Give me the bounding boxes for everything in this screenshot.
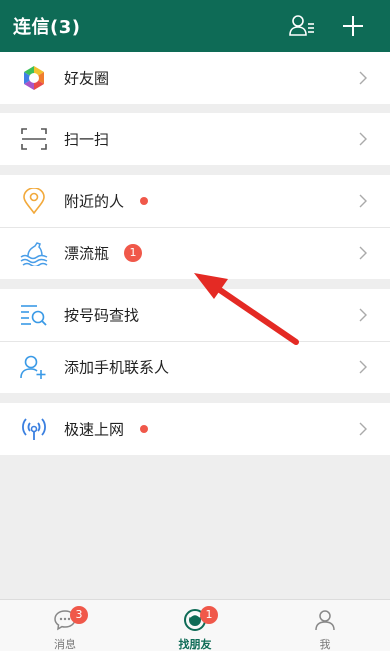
menu-item-label: 极速上网: [64, 420, 125, 439]
unread-badge: 1: [124, 244, 142, 262]
chevron-right-icon: [359, 422, 367, 436]
add-person-icon: [20, 353, 48, 381]
location-pin-icon: [20, 187, 48, 215]
chevron-right-icon: [359, 194, 367, 208]
person-icon: [315, 610, 335, 631]
menu-item-fast-internet[interactable]: 极速上网: [0, 403, 390, 455]
chevron-right-icon: [359, 132, 367, 146]
menu-item-drift-bottle[interactable]: 漂流瓶 1: [0, 227, 390, 279]
group-moments: 好友圈: [0, 52, 390, 104]
search-list-icon: [20, 301, 48, 329]
drift-bottle-icon: [20, 239, 48, 267]
tab-label: 消息: [54, 638, 76, 651]
app-header: 连信(3): [0, 0, 390, 52]
tab-messages[interactable]: 3 消息: [0, 600, 130, 651]
menu-item-label: 扫一扫: [64, 130, 110, 149]
moments-colorful-icon: [20, 64, 48, 92]
menu-item-nearby[interactable]: 附近的人: [0, 175, 390, 227]
menu-item-label: 添加手机联系人: [64, 358, 170, 377]
tab-me[interactable]: 我: [260, 600, 390, 651]
menu-item-moments[interactable]: 好友圈: [0, 52, 390, 104]
add-button[interactable]: [337, 10, 369, 42]
tab-find-friends[interactable]: 1 找朋友: [130, 600, 260, 651]
chevron-right-icon: [359, 308, 367, 322]
group-nearby: 附近的人 漂流瓶 1: [0, 175, 390, 279]
menu-item-label: 漂流瓶: [64, 244, 110, 263]
chevron-right-icon: [359, 246, 367, 260]
tab-label: 找朋友: [178, 638, 212, 651]
new-dot-indicator: [140, 425, 148, 433]
chevron-right-icon: [359, 360, 367, 374]
page-title: 连信(3): [13, 17, 81, 38]
tab-badge: 3: [70, 606, 88, 624]
group-scan: 扫一扫: [0, 113, 390, 165]
wifi-signal-icon: [20, 415, 48, 443]
plus-icon: [343, 16, 363, 36]
group-internet: 极速上网: [0, 403, 390, 455]
menu-item-label: 按号码查找: [64, 306, 140, 325]
scan-icon: [20, 125, 48, 153]
chevron-right-icon: [359, 71, 367, 85]
menu-item-find-by-number[interactable]: 按号码查找: [0, 289, 390, 341]
menu-item-label: 好友圈: [64, 69, 110, 88]
menu-item-add-contacts[interactable]: 添加手机联系人: [0, 341, 390, 393]
bottom-tab-bar: 3 消息 1 找朋友 我: [0, 599, 390, 651]
tab-badge: 1: [200, 606, 218, 624]
contacts-list-button[interactable]: [286, 10, 318, 42]
contacts-list-icon: [289, 15, 314, 36]
tab-label: 我: [319, 638, 331, 651]
group-find: 按号码查找 添加手机联系人: [0, 289, 390, 393]
new-dot-indicator: [140, 197, 148, 205]
menu-item-scan[interactable]: 扫一扫: [0, 113, 390, 165]
menu-item-label: 附近的人: [64, 192, 125, 211]
